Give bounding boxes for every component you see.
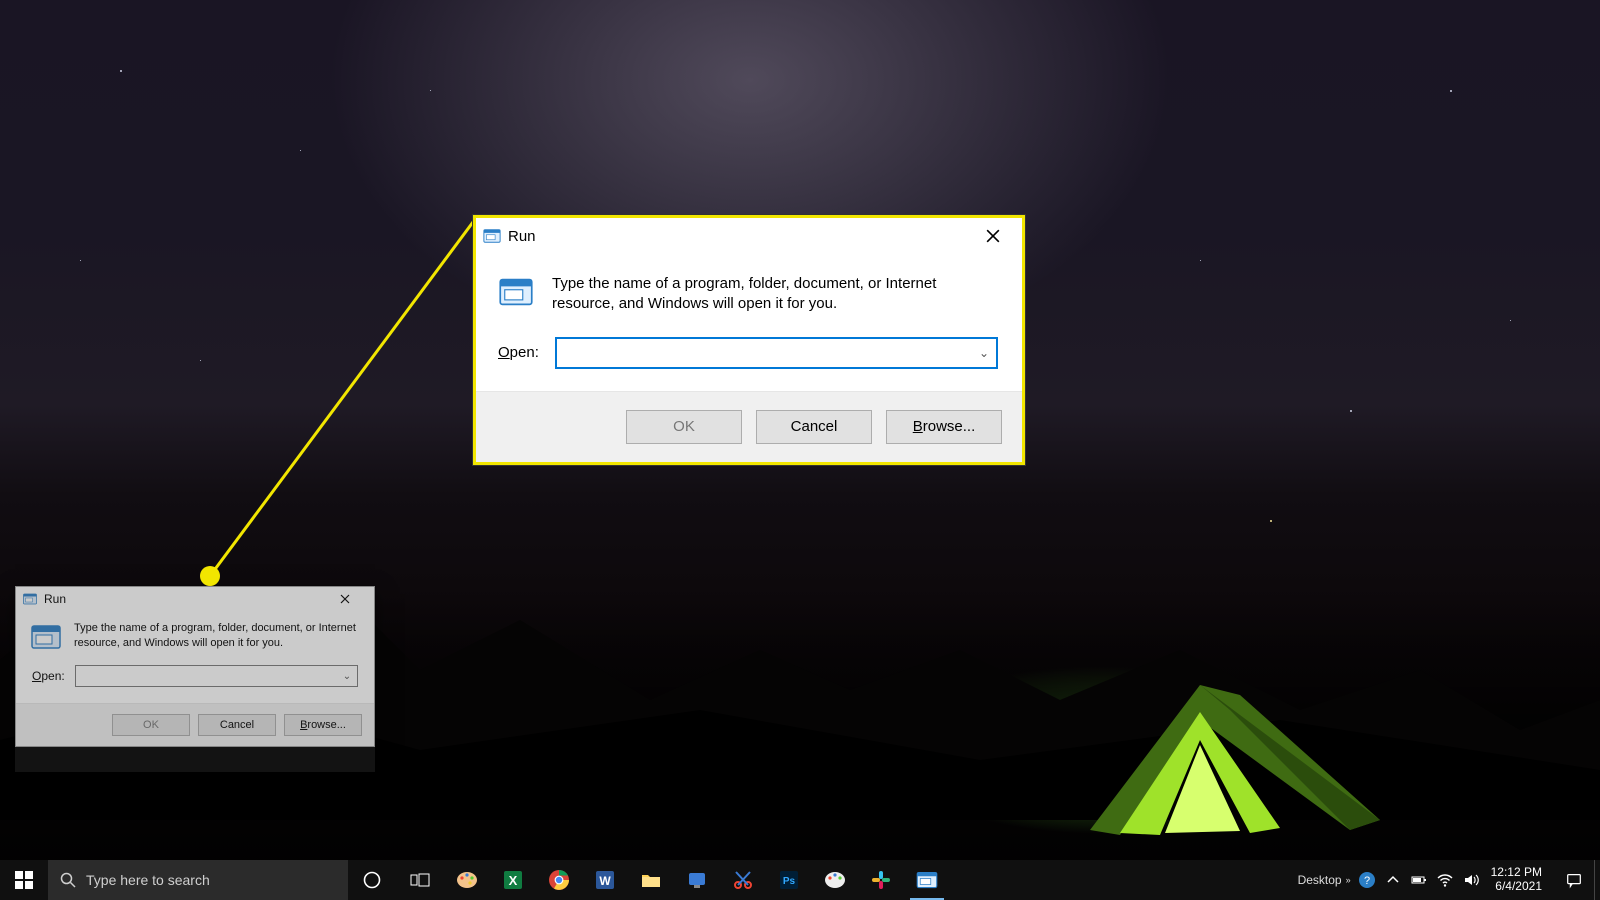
windows-logo-icon <box>15 871 33 889</box>
help-icon[interactable]: ? <box>1357 870 1377 890</box>
star <box>1200 260 1201 261</box>
open-label: Open: <box>498 344 539 361</box>
star <box>120 70 122 72</box>
run-window-icon <box>22 591 38 607</box>
cancel-button[interactable]: Cancel <box>198 714 276 736</box>
run-dialog: Run Type the name of a program, folder, … <box>15 586 375 747</box>
file-explorer-icon[interactable] <box>628 860 674 900</box>
star <box>80 260 81 261</box>
chevron-down-icon[interactable]: ⌄ <box>339 671 355 682</box>
paint-legacy-icon[interactable] <box>444 860 490 900</box>
photoshop-icon[interactable]: Ps <box>766 860 812 900</box>
search-placeholder: Type here to search <box>86 872 210 888</box>
taskbar-search[interactable]: Type here to search <box>48 860 348 900</box>
star <box>1270 520 1272 522</box>
action-center-button[interactable] <box>1554 860 1594 900</box>
star <box>1510 320 1511 321</box>
ok-button[interactable]: OK <box>626 410 742 444</box>
open-input[interactable] <box>563 344 976 362</box>
taskbar: Type here to search X W Ps <box>0 860 1600 900</box>
run-window-icon <box>482 226 502 246</box>
wifi-icon[interactable] <box>1435 870 1455 890</box>
star <box>300 150 301 151</box>
cortana-button[interactable] <box>348 860 396 900</box>
cancel-button[interactable]: Cancel <box>756 410 872 444</box>
close-icon <box>986 229 1000 243</box>
notification-icon <box>1565 871 1583 889</box>
open-input[interactable] <box>80 667 339 685</box>
tent-graphic <box>1050 670 1400 840</box>
browse-button[interactable]: Browse... <box>886 410 1002 444</box>
task-view-button[interactable] <box>396 860 444 900</box>
excel-icon[interactable]: X <box>490 860 536 900</box>
close-button[interactable] <box>970 218 1016 254</box>
svg-text:W: W <box>599 874 611 888</box>
start-button[interactable] <box>0 860 48 900</box>
taskbar-clock[interactable]: 12:12 PM 6/4/2021 <box>1487 866 1546 894</box>
search-icon <box>60 872 76 888</box>
taskbar-apps: X W Ps <box>444 860 950 900</box>
chevron-double-icon: » <box>1346 875 1351 885</box>
chevron-down-icon[interactable]: ⌄ <box>976 346 992 360</box>
svg-text:Ps: Ps <box>783 876 796 887</box>
word-icon[interactable]: W <box>582 860 628 900</box>
task-view-icon <box>410 870 430 890</box>
battery-icon[interactable] <box>1409 870 1429 890</box>
paint-icon[interactable] <box>812 860 858 900</box>
run-titlebar[interactable]: Run <box>16 587 374 611</box>
run-titlebar[interactable]: Run <box>476 218 1022 254</box>
assist-icon[interactable] <box>674 860 720 900</box>
run-description: Type the name of a program, folder, docu… <box>74 621 360 651</box>
star <box>1350 410 1352 412</box>
cortana-icon <box>362 870 382 890</box>
ok-button[interactable]: OK <box>112 714 190 736</box>
close-button[interactable] <box>322 584 368 614</box>
svg-text:X: X <box>509 873 518 888</box>
star <box>200 360 201 361</box>
close-icon <box>340 594 350 604</box>
chrome-icon[interactable] <box>536 860 582 900</box>
run-window-icon <box>30 621 62 653</box>
run-title-text: Run <box>508 228 536 245</box>
slack-icon[interactable] <box>858 860 904 900</box>
open-combobox[interactable]: ⌄ <box>555 337 998 369</box>
star <box>430 90 431 91</box>
clock-time: 12:12 PM <box>1491 866 1542 880</box>
svg-text:?: ? <box>1364 875 1370 887</box>
run-title-text: Run <box>44 592 66 606</box>
show-desktop-button[interactable] <box>1594 860 1600 900</box>
run-taskbar-icon[interactable] <box>904 860 950 900</box>
volume-icon[interactable] <box>1461 870 1481 890</box>
desktop-toolbar-label: Desktop <box>1298 873 1342 887</box>
desktop-toolbar[interactable]: Desktop » <box>1298 860 1357 900</box>
browse-button[interactable]: Browse... <box>284 714 362 736</box>
system-tray: ? 12:12 PM 6/4/2021 <box>1357 860 1554 900</box>
snip-icon[interactable] <box>720 860 766 900</box>
run-description: Type the name of a program, folder, docu… <box>552 274 998 315</box>
run-window-icon <box>498 274 534 310</box>
clock-date: 6/4/2021 <box>1491 880 1542 894</box>
star <box>1450 90 1452 92</box>
desktop-wallpaper: Run Type the name of a program, folder, … <box>0 0 1600 900</box>
open-label: Open: <box>32 669 65 683</box>
chevron-up-icon[interactable] <box>1383 870 1403 890</box>
open-combobox[interactable]: ⌄ <box>75 665 358 687</box>
run-dialog-callout: Run Type the name of a program, folder, … <box>473 215 1025 465</box>
